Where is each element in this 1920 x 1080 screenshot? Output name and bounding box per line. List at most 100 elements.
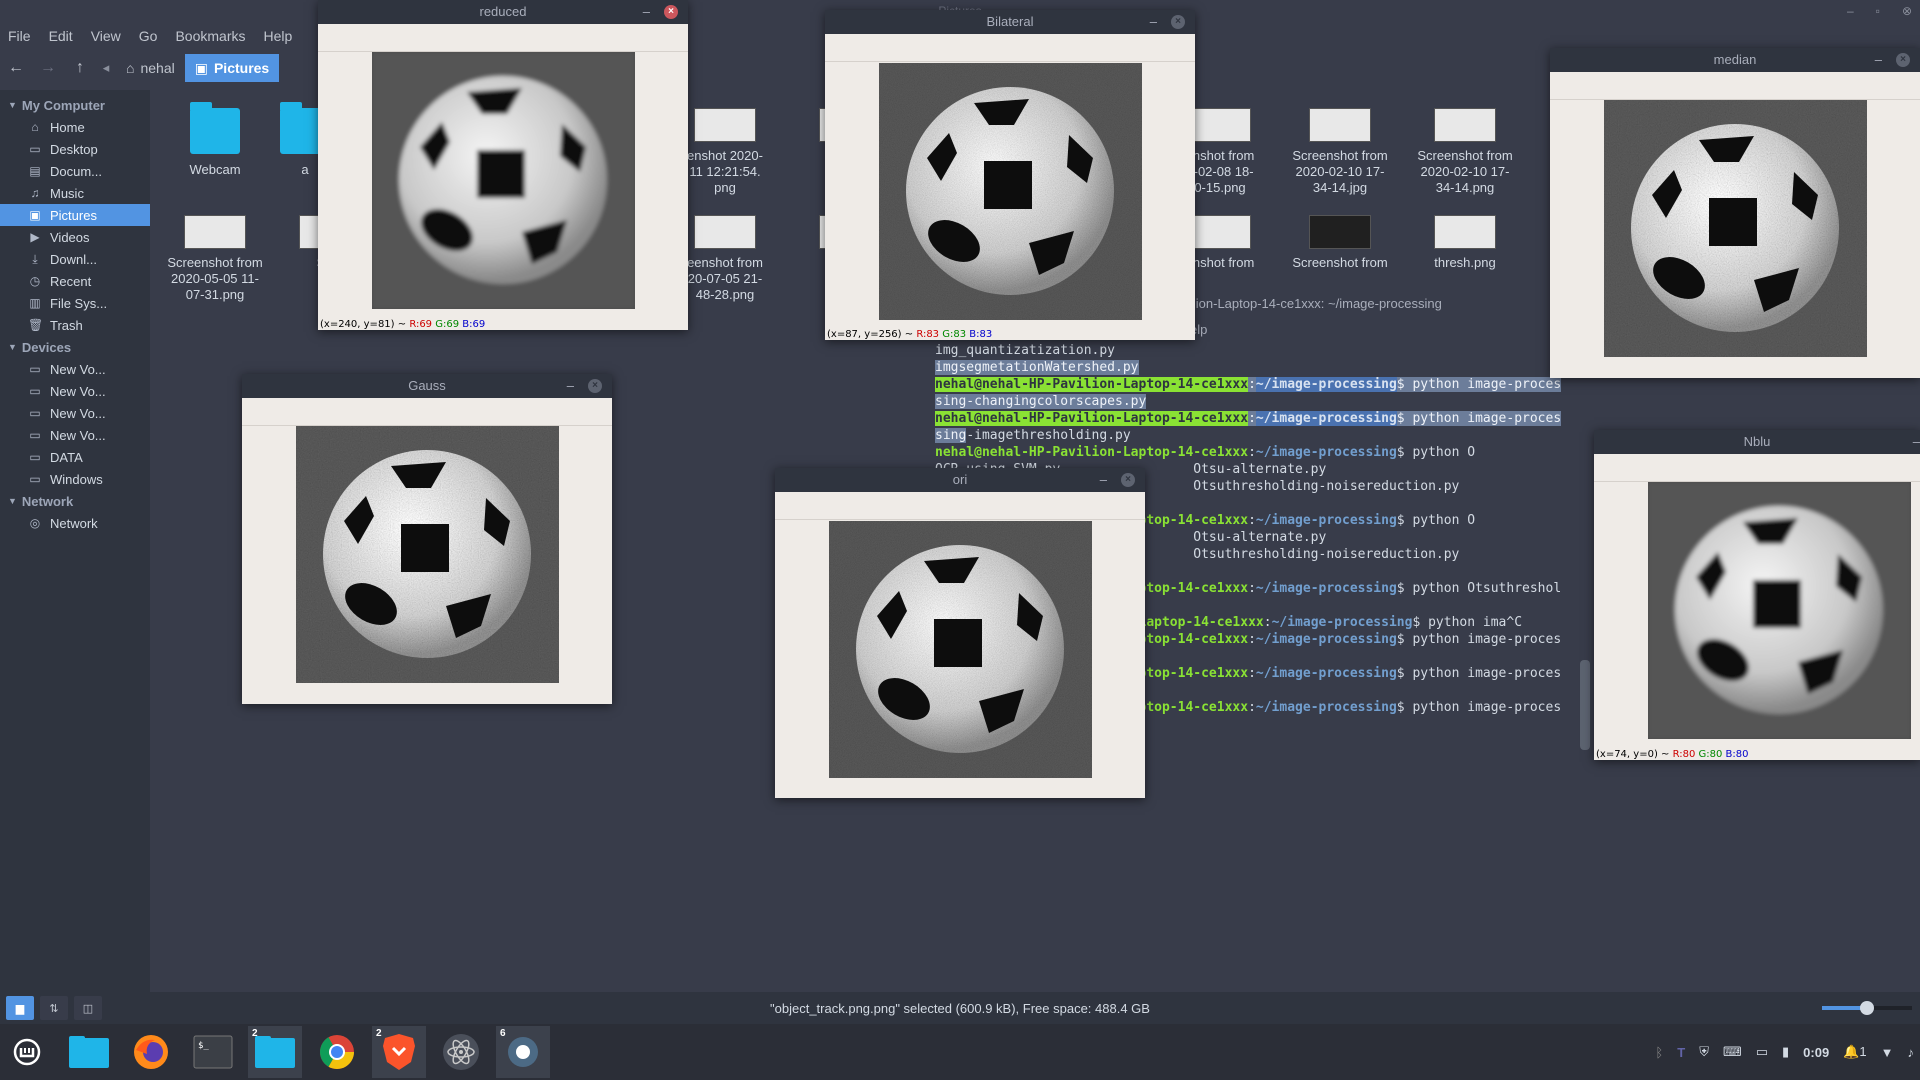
mint-menu-button[interactable] [0, 1026, 54, 1078]
sidebar-item[interactable]: ⌂ Home [0, 116, 150, 138]
image-canvas[interactable] [1604, 100, 1867, 357]
file-item[interactable]: Screenshot from 2020-05-05 11- 07-31.png [155, 215, 275, 303]
cv-window-header[interactable]: reduced – × [318, 0, 688, 24]
zoom-slider[interactable] [1822, 1001, 1912, 1015]
sidebar-item[interactable]: ⤓ Downl... [0, 248, 150, 270]
zoom-slider-knob[interactable] [1860, 1001, 1874, 1015]
back-icon[interactable]: ← [0, 59, 32, 77]
menu-file[interactable]: File [8, 28, 31, 44]
close-icon[interactable]: × [588, 379, 602, 393]
file-item[interactable]: Screenshot from [1280, 215, 1400, 271]
window-controls[interactable]: – ▫ ⊗ [1847, 4, 1912, 18]
terminal-launcher[interactable]: $_ [186, 1026, 240, 1078]
minimize-icon[interactable]: – [643, 0, 650, 24]
menu-bookmarks[interactable]: Bookmarks [175, 28, 245, 44]
image-canvas[interactable] [296, 426, 559, 683]
terminal-scrollbar[interactable] [1580, 660, 1590, 750]
sidebar-item[interactable]: ▭ New Vo... [0, 402, 150, 424]
menu-view[interactable]: View [91, 28, 121, 44]
firefox-launcher[interactable] [124, 1026, 178, 1078]
chrome-launcher[interactable] [310, 1026, 364, 1078]
files-launcher[interactable]: 2 [248, 1026, 302, 1078]
clock[interactable]: 0:09 [1803, 1045, 1829, 1060]
sidebar-section-header[interactable]: ▼ Network [0, 490, 150, 512]
file-item[interactable]: Screenshot from 2020-02-10 17- 34-14.jpg [1280, 108, 1400, 196]
minimize-icon[interactable]: – [1913, 430, 1920, 454]
sidebar-item[interactable]: ▭ Desktop [0, 138, 150, 160]
sidebar-item[interactable]: ▭ New Vo... [0, 358, 150, 380]
sidebar-item[interactable]: ▭ New Vo... [0, 380, 150, 402]
menu-edit[interactable]: Edit [49, 28, 73, 44]
cv-window-header[interactable]: Bilateral – × [825, 10, 1195, 34]
minimize-icon[interactable]: – [567, 374, 574, 398]
minimize-icon[interactable]: – [1150, 10, 1157, 34]
close-icon[interactable]: × [664, 5, 678, 19]
shield-icon[interactable]: ⛨ [1699, 1044, 1709, 1060]
sidebar-item[interactable]: ▥ File Sys... [0, 292, 150, 314]
close-icon[interactable]: × [1896, 53, 1910, 67]
cv-window-header[interactable]: ori – × [775, 468, 1145, 492]
ball-patch [401, 524, 449, 572]
cv-window-header[interactable]: Gauss – × [242, 374, 612, 398]
python-windows-launcher[interactable]: 6 [496, 1026, 550, 1078]
sidebar-item[interactable]: ◷ Recent [0, 270, 150, 292]
folder-icon [255, 1036, 295, 1068]
sidebar-item[interactable]: ▣ Pictures [0, 204, 150, 226]
image-canvas[interactable] [879, 63, 1142, 320]
atom-launcher[interactable] [434, 1026, 488, 1078]
maximize-icon[interactable]: ▫ [1876, 4, 1880, 18]
menu-go[interactable]: Go [139, 28, 158, 44]
sidebar-item[interactable]: ▭ DATA [0, 446, 150, 468]
breadcrumb-current[interactable]: ▣ Pictures [184, 54, 280, 82]
close-icon[interactable]: × [1121, 473, 1135, 487]
forward-icon[interactable]: → [32, 59, 64, 77]
sidebar-section-header[interactable]: ▼ My Computer [0, 94, 150, 116]
image-canvas[interactable] [1648, 482, 1911, 739]
sidebar-item[interactable]: ▤ Docum... [0, 160, 150, 182]
sidebar-item[interactable]: ♫ Music [0, 182, 150, 204]
brave-launcher[interactable]: 2 [372, 1026, 426, 1078]
sidebar-item[interactable]: ◎ Network [0, 512, 150, 534]
breadcrumb-current-label: Pictures [213, 60, 270, 76]
cv-window-header[interactable]: median – × [1550, 48, 1920, 72]
bluetooth-icon[interactable]: ᛒ [1655, 1045, 1663, 1060]
cv-window-nblu[interactable]: Nblu – (x=74, y=0) ~ R:80 G:80 B:80 [1594, 430, 1920, 760]
minimize-icon[interactable]: – [1100, 468, 1107, 492]
expander-icon[interactable]: ▼ [8, 496, 17, 506]
close-icon[interactable]: × [1171, 15, 1185, 29]
cv-window-bilateral[interactable]: Bilateral – × (x=87, y=256) ~ R:83 G:83 … [825, 10, 1195, 340]
expander-icon[interactable]: ▼ [8, 342, 17, 352]
files-folder-launcher[interactable] [62, 1026, 116, 1078]
volume-icon[interactable]: ♪ [1908, 1045, 1915, 1060]
display-icon[interactable]: ▭ [1756, 1044, 1768, 1060]
image-canvas[interactable] [829, 521, 1092, 778]
sidebar-item[interactable]: ▭ Windows [0, 468, 150, 490]
cv-window-ori[interactable]: ori – × [775, 468, 1145, 798]
expander-icon[interactable]: ▼ [8, 100, 17, 110]
notifications-icon[interactable]: 🔔1 [1843, 1044, 1866, 1060]
teams-icon[interactable]: T [1677, 1045, 1685, 1060]
cv-window-header[interactable]: Nblu – [1594, 430, 1920, 454]
file-name: Screenshot from 2020-05-05 11- 07-31.png [167, 255, 263, 302]
close-icon[interactable]: ⊗ [1902, 4, 1912, 18]
file-item[interactable]: thresh.png [1405, 215, 1525, 271]
cv-window-gauss[interactable]: Gauss – × [242, 374, 612, 704]
breadcrumb-left-icon[interactable]: ◂ [96, 60, 116, 76]
file-item[interactable]: Screenshot from 2020-02-10 17- 34-14.png [1405, 108, 1525, 196]
battery-icon[interactable]: ▮ [1782, 1044, 1789, 1060]
cv-window-reduced[interactable]: reduced – × (x=240, y=81) ~ R:69 G:69 B:… [318, 0, 688, 330]
wifi-icon[interactable]: ▼ [1881, 1045, 1894, 1060]
cv-toolbar [242, 398, 612, 426]
breadcrumb-home[interactable]: ⌂ nehal [116, 54, 185, 82]
menu-help[interactable]: Help [264, 28, 293, 44]
image-canvas[interactable] [372, 52, 635, 309]
minimize-icon[interactable]: – [1875, 48, 1882, 72]
minimize-icon[interactable]: – [1847, 4, 1854, 18]
sidebar-item[interactable]: ▶ Videos [0, 226, 150, 248]
sidebar-section-header[interactable]: ▼ Devices [0, 336, 150, 358]
sidebar-item[interactable]: ▭ New Vo... [0, 424, 150, 446]
sidebar-item[interactable]: 🗑 Trash [0, 314, 150, 336]
keyboard-icon[interactable]: ⌨ [1723, 1044, 1742, 1060]
up-icon[interactable]: ↑ [64, 59, 96, 77]
cv-window-median[interactable]: median – × [1550, 48, 1920, 378]
